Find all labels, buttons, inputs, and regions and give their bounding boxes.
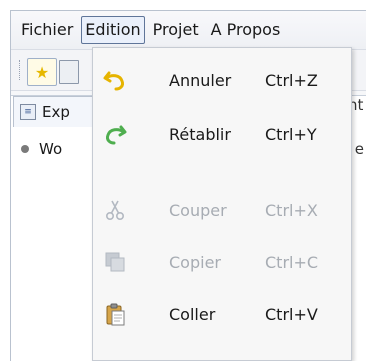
document-button[interactable] [59,60,79,84]
menu-item-copy: Copier Ctrl+C [93,236,351,288]
copy-shortcut: Ctrl+C [265,252,319,272]
bullet-icon [21,145,29,153]
edition-dropdown-menu: Annuler Ctrl+Z Rétablir Ctrl+Y Couper Ct… [92,47,352,361]
toolbar-grip[interactable] [19,60,22,80]
cut-shortcut: Ctrl+X [265,200,318,220]
redo-icon [93,108,137,160]
cut-label: Couper [169,200,227,220]
tree-item[interactable]: Wo [21,140,62,158]
menu-fichier[interactable]: Fichier [17,16,77,44]
tree-right-fragment: e [354,140,364,158]
undo-label: Annuler [169,70,232,90]
star-icon: ★ [34,62,50,82]
menu-projet[interactable]: Projet [149,16,203,44]
menu-item-undo[interactable]: Annuler Ctrl+Z [93,54,351,106]
explorer-icon: ≡ [20,104,36,120]
tree-item-label: Wo [39,140,63,158]
menu-item-redo[interactable]: Rétablir Ctrl+Y [93,108,351,160]
paste-shortcut: Ctrl+V [265,304,318,324]
menu-item-paste[interactable]: Coller Ctrl+V [93,288,351,340]
undo-icon [93,54,137,106]
menu-edition[interactable]: Edition [81,16,145,44]
redo-shortcut: Ctrl+Y [265,124,317,144]
copy-icon [93,236,137,288]
paste-label: Coller [169,304,216,324]
scissors-icon [93,184,137,236]
copy-label: Copier [169,252,221,272]
menu-bar: Fichier Edition Projet A Propos [11,11,366,50]
redo-label: Rétablir [169,124,231,144]
paste-icon [93,288,137,340]
tab-explorer-label: Exp [42,103,70,121]
menu-item-cut: Couper Ctrl+X [93,184,351,236]
undo-shortcut: Ctrl+Z [265,70,318,90]
new-project-button[interactable]: ★ [27,58,57,86]
menu-a-propos[interactable]: A Propos [207,16,285,44]
